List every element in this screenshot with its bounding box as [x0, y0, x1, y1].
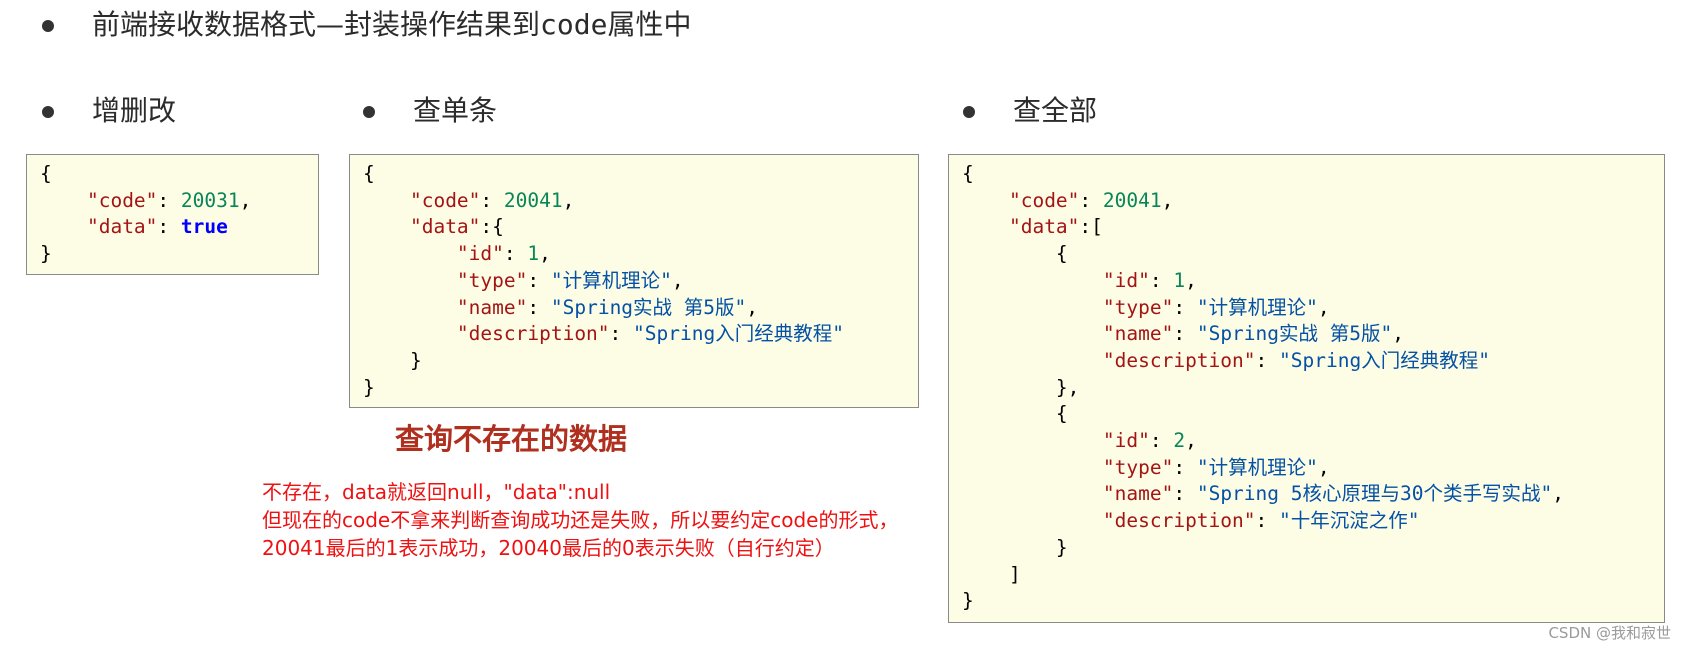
code-crud: { "code": 20031, "data": true } [40, 162, 252, 266]
name-value: Spring实战 第5版 [1208, 322, 1381, 346]
page-title-part-2: 属性中 [607, 8, 692, 41]
note-line: 不存在，data就返回null，"data":null [262, 480, 611, 504]
page-title-part-1: 前端接收数据格式—封装操作结果到 [92, 8, 541, 41]
bullet-icon [363, 106, 375, 118]
type-value: 计算机理论 [1208, 295, 1307, 319]
id-value: 1 [1173, 268, 1186, 292]
section-title-all: 查全部 [1013, 94, 1098, 127]
code-value: 20041 [1102, 188, 1162, 212]
code-single: { "code": 20041, "data":{ "id": 1, "type… [363, 162, 844, 399]
description-value: 十年沉淀之作 [1290, 509, 1408, 533]
data-value: true [180, 215, 228, 239]
id-value: 2 [1173, 429, 1186, 453]
code-value: 20041 [503, 188, 563, 212]
code-value: 20031 [180, 188, 240, 212]
name-value: Spring实战 第5版 [562, 295, 735, 319]
code-all: { "code": 20041, "data":[ { "id": 1, "ty… [962, 162, 1564, 613]
section-title-crud: 增删改 [92, 94, 177, 127]
section-title-single: 查单条 [413, 94, 498, 127]
bullet-icon [42, 20, 54, 32]
note-line: 但现在的code不拿来判断查询成功还是失败，所以要约定code的形式， [262, 508, 899, 532]
note-title: 查询不存在的数据 [395, 422, 628, 456]
note-line: 20041最后的1表示成功，20040最后的0表示失败（自行约定） [262, 536, 835, 560]
type-value: 计算机理论 [1208, 455, 1307, 479]
name-value: Spring 5核心原理与30个类手写实战 [1208, 482, 1541, 506]
type-value: 计算机理论 [562, 268, 661, 292]
description-value: Spring入门经典教程 [1290, 348, 1479, 372]
bullet-icon [963, 106, 975, 118]
bullet-icon [42, 106, 54, 118]
id-value: 1 [527, 242, 540, 266]
page-title: 前端接收数据格式—封装操作结果到code属性中 [92, 8, 691, 42]
page-title-code-word: code [540, 8, 608, 41]
watermark: CSDN @我和寂世 [1548, 624, 1671, 642]
description-value: Spring入门经典教程 [644, 322, 833, 346]
